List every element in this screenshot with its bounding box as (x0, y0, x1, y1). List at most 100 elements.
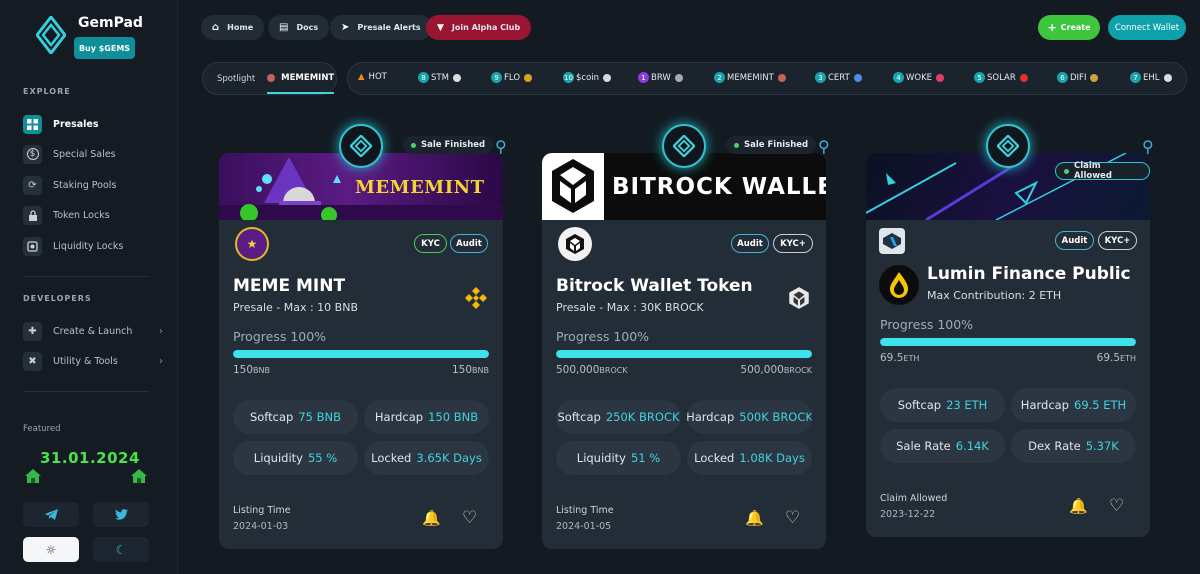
ticker-rank: 10 (563, 72, 574, 83)
listing-time-label: Listing Time (233, 505, 291, 516)
ticker-item[interactable]: 3 CERT (815, 72, 862, 83)
gempad-badge-icon (986, 124, 1030, 168)
liquidity-stat: Liquidity 51 % (556, 441, 681, 475)
explore-section-title: EXPLORE (23, 87, 71, 96)
presale-card[interactable]: MEMEMINT Sale Finished ⚲ ★ KYC Audit MEM… (219, 124, 507, 549)
sidebar-item-liquidity-locks[interactable]: Liquidity Locks (23, 236, 163, 256)
banner-title: MEMEMINT (355, 177, 485, 198)
card-subtitle: Presale - Max : 30K BROCK (556, 301, 704, 314)
target-amount: 150BNB (451, 364, 489, 376)
presale-alerts-button[interactable]: ➤ Presale Alerts (330, 15, 432, 40)
ticker-item[interactable]: 6 DIFI (1057, 72, 1099, 83)
bell-icon[interactable]: 🔔 (422, 509, 441, 527)
audit-tag[interactable]: Audit (450, 234, 488, 253)
sidebar-item-token-locks[interactable]: Token Locks (23, 205, 163, 225)
sun-icon: ☼ (45, 542, 57, 557)
claim-date-value: 2023-12-22 (880, 509, 936, 520)
create-button[interactable]: + Create (1038, 15, 1100, 40)
connect-wallet-button[interactable]: Connect Wallet (1108, 15, 1186, 40)
ticker-item[interactable]: 8 STM (418, 72, 461, 83)
ticker-item[interactable]: 9 FLO (491, 72, 533, 83)
audit-tag[interactable]: Audit (731, 234, 769, 253)
spotlight-label: Spotlight (217, 73, 256, 84)
join-alpha-club-button[interactable]: ▼ Join Alpha Club (426, 15, 532, 40)
docs-label: Docs (296, 23, 319, 32)
gempad-logo-icon[interactable] (36, 16, 66, 54)
sidebar-item-create-launch[interactable]: ✚ Create & Launch › (23, 321, 163, 341)
ticker-item[interactable]: 2 MEMEMINT (714, 72, 786, 83)
progress-label: Progress 100% (233, 329, 327, 344)
ticker-item[interactable]: 5 SOLAR (974, 72, 1028, 83)
token-logo-icon (603, 73, 612, 82)
bell-icon[interactable]: 🔔 (1069, 497, 1088, 515)
moon-icon: ☾ (115, 542, 127, 557)
ticker-item[interactable]: ▲ HOT (358, 72, 387, 82)
ticker-token-name: STM (431, 72, 449, 83)
sidebar-item-label: Special Sales (53, 148, 116, 160)
brand-name: GemPad (78, 15, 143, 31)
sidebar-item-utility-tools[interactable]: ✖ Utility & Tools › (23, 351, 163, 371)
sidebar-item-staking-pools[interactable]: ⟳ Staking Pools (23, 175, 163, 195)
ticker-item[interactable]: 1 BRW (638, 72, 683, 83)
staking-icon: ⟳ (23, 175, 42, 195)
pin-icon[interactable]: ⚲ (818, 137, 830, 156)
heart-icon[interactable]: ♡ (462, 508, 477, 528)
gempad-badge-icon (662, 124, 706, 168)
pin-icon[interactable]: ⚲ (1142, 137, 1154, 156)
ticker-item[interactable]: 4 WOKE (893, 72, 945, 83)
presale-card[interactable]: BITROCK WALLET Sale Finished ⚲ Audit KYC… (542, 124, 830, 549)
ticker-rank: 7 (1130, 72, 1141, 83)
softcap-stat: Softcap 250K BROCK (556, 400, 681, 434)
liquidity-stat: Liquidity 55 % (233, 441, 358, 475)
docs-button[interactable]: ▤ Docs (268, 15, 330, 40)
spotlight[interactable]: Spotlight MEMEMINT (202, 62, 337, 95)
home-button[interactable]: ⌂ Home (201, 15, 265, 40)
featured-title: Featured (23, 424, 61, 434)
ticker-token-name: EHL (1143, 72, 1160, 83)
home-icon: ⌂ (212, 22, 220, 33)
alpha-club-label: Join Alpha Club (451, 23, 521, 32)
document-icon: ▤ (279, 22, 289, 33)
pin-icon[interactable]: ⚲ (495, 137, 507, 156)
card-subtitle: Presale - Max : 10 BNB (233, 301, 359, 314)
card-title: Bitrock Wallet Token (556, 276, 753, 296)
kyc-tag[interactable]: KYC (414, 234, 447, 253)
ticker-rank: 2 (714, 72, 725, 83)
kyc-plus-tag[interactable]: KYC+ (773, 234, 813, 253)
ticker-rank: 5 (974, 72, 985, 83)
light-mode-button[interactable]: ☼ (23, 537, 79, 562)
spotlight-token[interactable]: MEMEMINT (267, 64, 335, 94)
ticker-item[interactable]: 10 $coin (563, 72, 612, 83)
featured-date[interactable]: 31.01.2024 (40, 449, 140, 467)
heart-icon[interactable]: ♡ (1109, 496, 1124, 516)
dark-mode-button[interactable]: ☾ (93, 537, 149, 562)
progress-bar (233, 350, 489, 358)
lumin-logo (879, 265, 919, 305)
sidebar-divider (23, 276, 149, 277)
sidebar-item-label: Staking Pools (53, 179, 117, 191)
sidebar-item-special-sales[interactable]: $ Special Sales (23, 144, 163, 164)
status-text: Sale Finished (744, 140, 809, 150)
bell-icon[interactable]: 🔔 (745, 509, 764, 527)
heart-icon[interactable]: ♡ (785, 508, 800, 528)
kyc-plus-tag[interactable]: KYC+ (1098, 231, 1137, 250)
ticker-rank: 8 (418, 72, 429, 83)
sidebar-item-presales[interactable]: Presales (23, 114, 163, 134)
ticker-item[interactable]: 7 EHL (1130, 72, 1172, 83)
trending-ticker: ▲ HOT 8 STM 9 FLO 10 $coin 1 BRW 2 MEMEM… (347, 62, 1187, 95)
telegram-button[interactable] (23, 502, 79, 527)
presale-card[interactable]: Claim Allowed ⚲ Audit KYC+ Lumin Finance… (866, 124, 1154, 537)
listing-time-value: 2024-01-03 (233, 521, 289, 532)
target-amount: 500,000BROCK (740, 364, 812, 376)
softcap-stat: Softcap 75 BNB (233, 400, 358, 434)
audit-tag[interactable]: Audit (1055, 231, 1094, 250)
twitter-button[interactable] (93, 502, 149, 527)
plus-icon: + (1047, 21, 1057, 34)
tools-icon: ✖ (23, 351, 42, 371)
progress-bar-fill (233, 350, 489, 358)
lock-icon (23, 205, 42, 225)
status-text: Sale Finished (421, 140, 486, 150)
card-subtitle: Max Contribution: 2 ETH (927, 289, 1062, 302)
buy-gems-button[interactable]: Buy $GEMS (74, 37, 135, 59)
bitrock-icon (566, 234, 584, 254)
